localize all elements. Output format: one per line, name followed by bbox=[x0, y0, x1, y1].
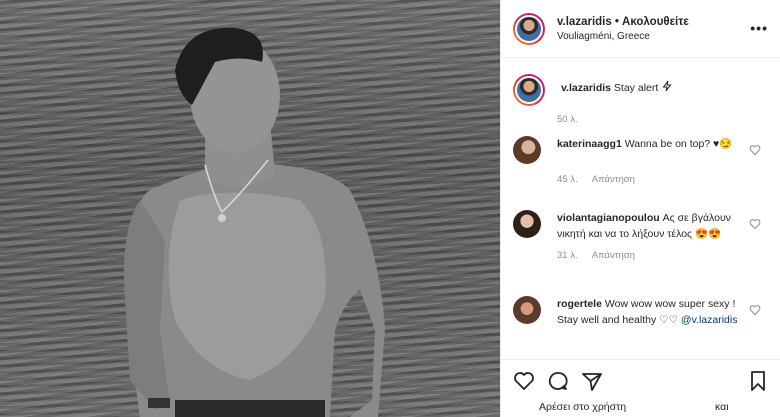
author-avatar[interactable] bbox=[513, 12, 545, 45]
caption-avatar[interactable] bbox=[513, 74, 545, 106]
follow-status: • Ακολουθείτε bbox=[614, 15, 689, 28]
post-photo bbox=[0, 0, 500, 417]
post-sidebar: v.lazaridis • Ακολουθείτε Vouliagméni, G… bbox=[500, 0, 780, 417]
like-comment-icon[interactable] bbox=[749, 144, 761, 156]
comment-time[interactable]: 31 λ. bbox=[557, 250, 578, 261]
share-icon[interactable] bbox=[581, 370, 603, 392]
caption-time[interactable]: 50 λ. bbox=[557, 114, 578, 125]
post-modal: v.lazaridis • Ακολουθείτε Vouliagméni, G… bbox=[0, 0, 780, 417]
comment-item: violantagianopoulou Ας σε βγάλουν νικητή… bbox=[513, 210, 769, 261]
likes-summary: Αρέσει στο χρήστη και bbox=[539, 401, 729, 413]
comment-time[interactable]: 45 λ. bbox=[557, 174, 578, 185]
comment-icon[interactable] bbox=[547, 370, 569, 392]
heart-icon[interactable] bbox=[513, 370, 535, 392]
bookmark-icon[interactable] bbox=[747, 370, 769, 392]
caption: v.lazaridis Stay alert 50 λ. bbox=[513, 74, 769, 125]
like-comment-icon[interactable] bbox=[749, 304, 761, 316]
reply-link[interactable]: Απάντηση bbox=[592, 174, 635, 185]
lightning-icon bbox=[661, 80, 673, 94]
comment-mention[interactable]: @v.lazaridis bbox=[681, 314, 738, 326]
comment-username[interactable]: rogertele bbox=[557, 298, 602, 310]
post-actions: Αρέσει στο χρήστη και bbox=[501, 359, 780, 417]
comment-username[interactable]: katerinaagg1 bbox=[557, 138, 622, 150]
comment-item: katerinaagg1 Wanna be on top? ♥😏 45 λ. Α… bbox=[513, 136, 769, 185]
comment-text: Wanna be on top? ♥😏 bbox=[624, 138, 733, 150]
comment-username[interactable]: violantagianopoulou bbox=[557, 212, 660, 224]
author-username[interactable]: v.lazaridis bbox=[557, 16, 612, 28]
commenter-avatar[interactable] bbox=[513, 296, 541, 324]
caption-username[interactable]: v.lazaridis bbox=[561, 82, 611, 94]
liked-by-text[interactable]: Αρέσει στο χρήστη bbox=[539, 401, 626, 413]
person-silhouette bbox=[124, 27, 385, 417]
caption-text: Stay alert bbox=[613, 82, 659, 94]
commenter-avatar[interactable] bbox=[513, 210, 541, 238]
like-comment-icon[interactable] bbox=[749, 218, 761, 230]
more-dots-icon[interactable]: ••• bbox=[750, 20, 768, 36]
comment-item: rogertele Wow wow wow super sexy ! Stay … bbox=[513, 296, 769, 328]
post-header: v.lazaridis • Ακολουθείτε Vouliagméni, G… bbox=[501, 0, 780, 58]
commenter-avatar[interactable] bbox=[513, 136, 541, 164]
and-text: και bbox=[715, 401, 729, 413]
post-location[interactable]: Vouliagméni, Greece bbox=[557, 31, 689, 42]
reply-link[interactable]: Απάντηση bbox=[592, 250, 635, 261]
